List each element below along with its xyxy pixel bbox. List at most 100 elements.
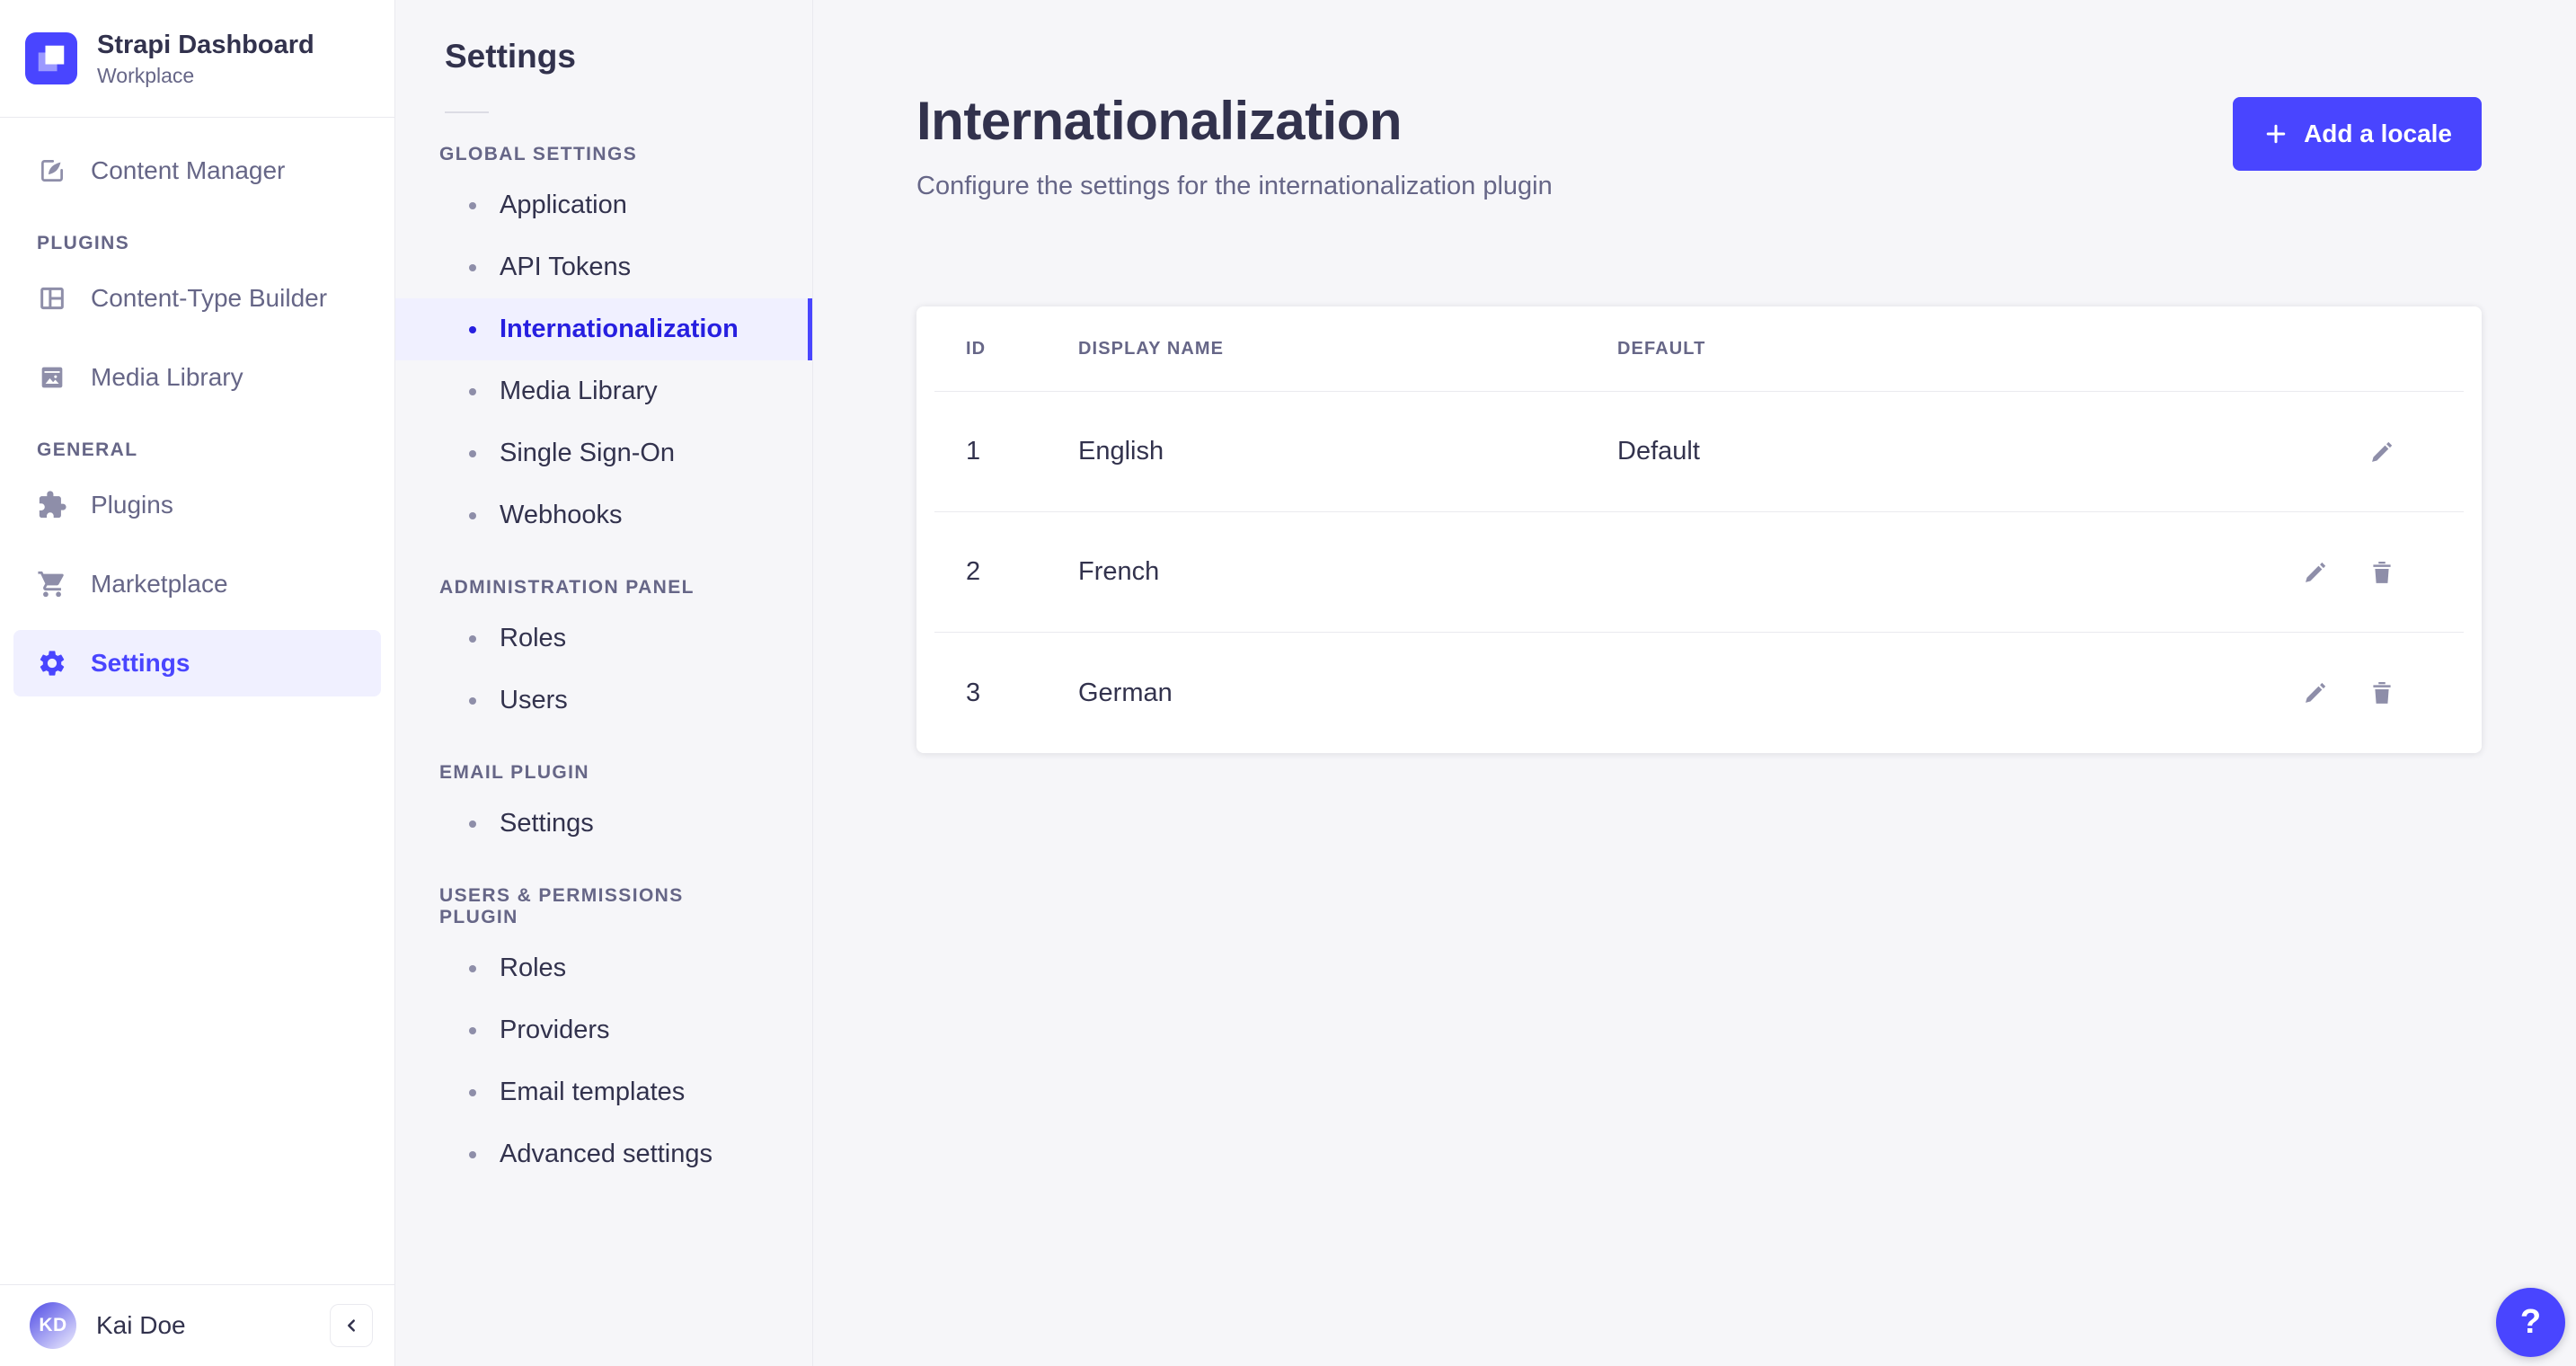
bullet-dot	[469, 1088, 476, 1096]
avatar[interactable]: KD	[30, 1302, 76, 1349]
sidebar-item-label: Settings	[91, 649, 190, 677]
settings-nav-item-users[interactable]: Users	[395, 670, 812, 732]
settings-nav-item-roles[interactable]: Roles	[395, 937, 812, 999]
locale-row-french: 2 French	[934, 512, 2464, 633]
bullet-dot	[469, 325, 476, 333]
table-body: 1 English Default 2 French 3 German	[934, 392, 2464, 753]
settings-nav-item-label: API Tokens	[500, 253, 632, 281]
locales-table-card: ID DISPLAY NAME DEFAULT 1 English Default 2 Fr…	[916, 306, 2482, 753]
locale-actions	[2077, 672, 2464, 714]
settings-nav-item-webhooks[interactable]: Webhooks	[395, 484, 812, 546]
sidebar-nav: Content Manager PLUGINS Content-Type Build…	[0, 118, 394, 1284]
settings-nav-item-label: Internationalization	[500, 315, 739, 343]
trash-icon	[2368, 679, 2396, 707]
subnav-section-label-administration-panel: ADMINISTRATION PANEL	[439, 577, 695, 598]
user-name: Kai Doe	[96, 1311, 186, 1339]
locale-display-name: German	[1078, 678, 1173, 707]
sidebar-item-label: Marketplace	[91, 570, 228, 598]
locale-id: 2	[966, 557, 981, 586]
settings-nav-item-settings[interactable]: Settings	[395, 793, 812, 855]
subnav-section-label-global-settings: GLOBAL SETTINGS	[439, 144, 638, 164]
settings-nav-item-label: Users	[500, 686, 568, 714]
workspace-text: Strapi Dashboard Workplace	[97, 29, 314, 88]
sidebar-item-plugins[interactable]: Plugins	[13, 472, 381, 538]
settings-nav-item-api-tokens[interactable]: API Tokens	[395, 236, 812, 298]
bullet-dot	[469, 964, 476, 972]
settings-nav-item-label: Single Sign-On	[500, 439, 676, 467]
edit-locale-button[interactable]	[2295, 552, 2336, 593]
sidebar-item-content-manager[interactable]: Content Manager	[13, 137, 381, 204]
settings-nav-item-email-templates[interactable]: Email templates	[395, 1061, 812, 1123]
locale-display-name: French	[1078, 557, 1160, 586]
locale-row-english: 1 English Default	[934, 392, 2464, 512]
settings-nav-item-single-sign-on[interactable]: Single Sign-On	[395, 422, 812, 484]
pencil-icon	[2301, 679, 2330, 707]
bullet-dot	[469, 634, 476, 643]
subnav-title: Settings	[445, 38, 576, 75]
settings-subnav: Settings GLOBAL SETTINGS Application API T…	[395, 0, 813, 1366]
sidebar-item-label: Plugins	[91, 491, 173, 519]
plus-icon	[2262, 120, 2289, 147]
sidebar-item-marketplace[interactable]: Marketplace	[13, 551, 381, 617]
sidebar-item-content-type-builder[interactable]: Content-Type Builder	[13, 265, 381, 332]
bullet-dot	[469, 201, 476, 209]
bullet-dot	[469, 820, 476, 828]
bullet-dot	[469, 263, 476, 271]
delete-locale-button[interactable]	[2361, 552, 2403, 593]
subnav-section-label-users-permissions-plugin: USERS & PERMISSIONS PLUGIN	[439, 885, 684, 927]
question-mark-icon: ?	[2519, 1303, 2542, 1341]
locale-default: Default	[1617, 437, 1700, 466]
locale-display-name: English	[1078, 437, 1164, 466]
collapse-sidebar-button[interactable]	[330, 1304, 373, 1347]
settings-nav-item-label: Advanced settings	[500, 1140, 713, 1168]
add-locale-button[interactable]: Add a locale	[2233, 97, 2482, 171]
column-header-default: DEFAULT	[1617, 338, 1706, 359]
sidebar-item-label: Content Manager	[91, 156, 286, 184]
trash-icon	[2368, 558, 2396, 587]
marketplace-icon	[37, 569, 67, 599]
table-header-row: ID DISPLAY NAME DEFAULT	[934, 306, 2464, 392]
settings-nav-item-application[interactable]: Application	[395, 174, 812, 236]
settings-nav-item-label: Roles	[500, 624, 567, 652]
sidebar-item-media-library[interactable]: Media Library	[13, 344, 381, 411]
subnav-sections: GLOBAL SETTINGS Application API Tokens Inte…	[395, 144, 812, 1185]
add-locale-button-label: Add a locale	[2304, 120, 2452, 147]
workspace-title: Strapi Dashboard	[97, 30, 314, 59]
locale-actions	[2077, 431, 2464, 473]
workspace-subtitle: Workplace	[97, 64, 195, 88]
bullet-dot	[469, 696, 476, 705]
subnav-divider	[445, 111, 489, 113]
chevron-left-icon	[340, 1314, 363, 1337]
subnav-section-label-email-plugin: EMAIL PLUGIN	[439, 762, 589, 783]
bullet-dot	[469, 387, 476, 395]
column-header-id: ID	[966, 338, 987, 359]
pencil-icon	[2368, 438, 2396, 466]
locale-row-german: 3 German	[934, 633, 2464, 753]
main-content: Internationalization Configure the setti…	[813, 0, 2576, 1366]
settings-nav-item-advanced-settings[interactable]: Advanced settings	[395, 1123, 812, 1185]
sidebar-item-settings[interactable]: Settings	[13, 630, 381, 696]
edit-locale-button[interactable]	[2361, 431, 2403, 473]
settings-nav-item-media-library[interactable]: Media Library	[395, 360, 812, 422]
settings-nav-item-internationalization[interactable]: Internationalization	[395, 298, 812, 360]
page-header-text: Internationalization Configure the setti…	[916, 90, 1553, 201]
help-button[interactable]: ?	[2496, 1288, 2565, 1357]
settings-nav-item-label: Roles	[500, 954, 567, 982]
settings-nav-item-label: Application	[500, 191, 627, 219]
settings-nav-item-providers[interactable]: Providers	[395, 999, 812, 1061]
sidebar-item-label: Content-Type Builder	[91, 284, 328, 312]
sidebar-footer: KD Kai Doe	[0, 1284, 394, 1366]
bullet-dot	[469, 1150, 476, 1158]
workspace-brand[interactable]: Strapi Dashboard Workplace	[0, 0, 394, 118]
settings-nav-item-label: Email templates	[500, 1078, 686, 1106]
content-manager-icon	[37, 155, 67, 186]
page-title: Internationalization	[916, 91, 1403, 151]
settings-nav-item-label: Settings	[500, 809, 594, 838]
locale-id: 3	[966, 678, 981, 707]
delete-locale-button[interactable]	[2361, 672, 2403, 714]
bullet-dot	[469, 511, 476, 519]
locale-actions	[2077, 552, 2464, 593]
strapi-logo-icon	[25, 32, 77, 84]
settings-nav-item-roles[interactable]: Roles	[395, 608, 812, 670]
edit-locale-button[interactable]	[2295, 672, 2336, 714]
